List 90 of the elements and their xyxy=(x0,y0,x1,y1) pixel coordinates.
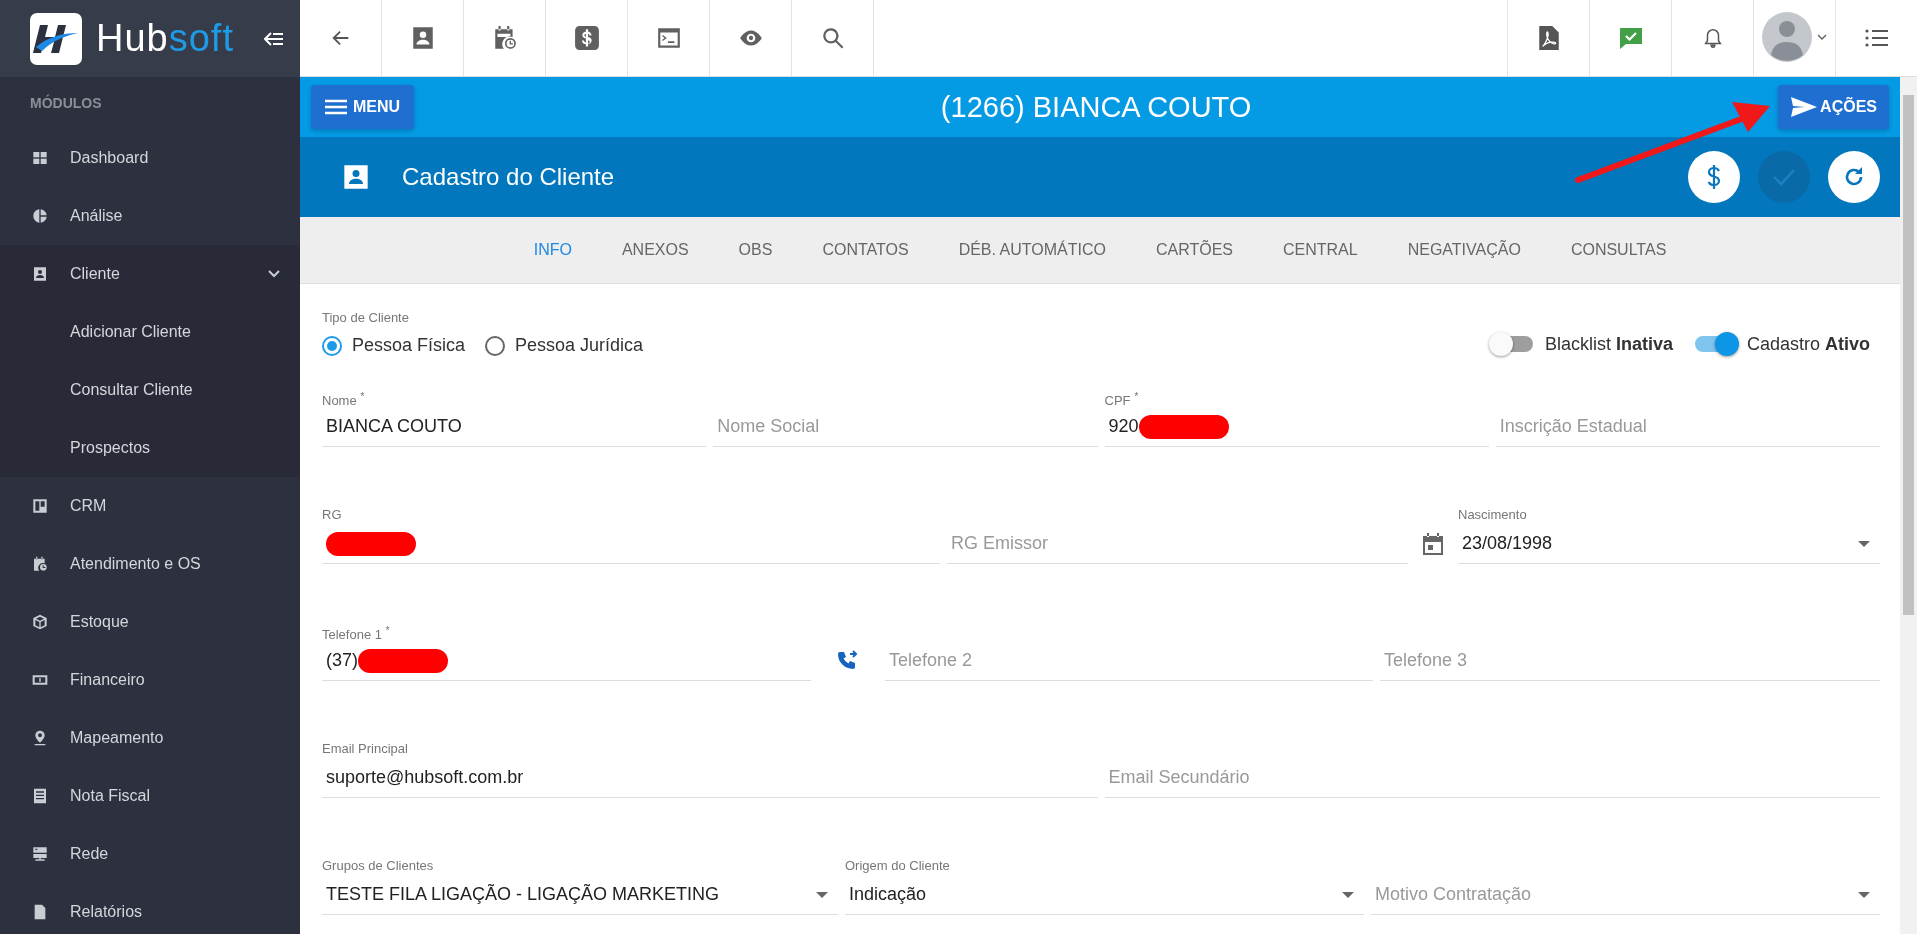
sidebar-item-label: Atendimento e OS xyxy=(70,555,201,573)
calendar-clock-icon xyxy=(32,556,48,572)
pie-chart-icon xyxy=(32,208,48,224)
refresh-button[interactable] xyxy=(1828,151,1880,203)
tab[interactable]: CARTÕES xyxy=(1130,217,1258,283)
contact-card-icon xyxy=(342,163,370,191)
sidebar-item[interactable]: Mapeamento xyxy=(0,709,300,767)
sidebar-item[interactable]: Rede xyxy=(0,825,300,883)
field-label: Tipo de Cliente xyxy=(322,310,410,327)
submenu-item[interactable]: Consultar Cliente xyxy=(0,361,300,419)
tab[interactable]: CONTATOS xyxy=(797,217,934,283)
logo-text: Hubsoft xyxy=(96,17,234,60)
dollar-button[interactable] xyxy=(1688,151,1740,203)
field-label: Telefone 1 $^{*}$ xyxy=(322,624,391,641)
sidebar-item[interactable]: Relatórios xyxy=(0,883,300,934)
toggle-label: Blacklist Inativa xyxy=(1544,333,1673,355)
grid-icon xyxy=(32,150,48,166)
sidebar-item[interactable]: Nota Fiscal xyxy=(0,767,300,825)
sidebar-item-label: Mapeamento xyxy=(70,729,164,747)
tab[interactable]: CENTRAL xyxy=(1258,217,1383,283)
input-field[interactable]: (37) xyxy=(322,641,811,681)
tab[interactable]: NEGATIVAÇÃO xyxy=(1382,217,1546,283)
input-field[interactable]: suporte@hubsoft.com.br xyxy=(322,758,1098,798)
tab[interactable]: DÉB. AUTOMÁTICO xyxy=(933,217,1131,283)
pdf-icon xyxy=(1537,25,1560,51)
banknote-icon xyxy=(32,672,48,688)
dropdown-caret-icon xyxy=(816,891,828,898)
board-icon xyxy=(32,498,48,514)
actions-button[interactable]: AÇÕES xyxy=(1778,85,1889,129)
logo-icon xyxy=(30,12,82,65)
menu-icon xyxy=(325,99,347,115)
send-icon xyxy=(1790,96,1819,118)
input-field[interactable]: 920 xyxy=(1104,407,1489,447)
list-icon xyxy=(1863,27,1890,49)
sidebar-item-label: Nota Fiscal xyxy=(70,787,151,805)
section-title: MÓDULOS xyxy=(29,93,103,113)
collapse-sidebar-icon[interactable] xyxy=(264,31,284,46)
field-label: Email Principal xyxy=(322,741,409,758)
cube-icon xyxy=(32,614,48,630)
sidebar-item[interactable]: CRM xyxy=(0,477,300,535)
sidebar-item-label: Relatórios xyxy=(70,903,143,921)
field-label: RG xyxy=(322,507,343,524)
field-label: Nome $^{*}$ xyxy=(322,390,366,407)
dropdown-caret-icon xyxy=(1342,891,1354,898)
select-field[interactable]: Indicação xyxy=(845,875,1364,915)
dropdown-caret-icon xyxy=(1858,540,1870,547)
field-label: Nascimento xyxy=(1458,507,1528,524)
tab[interactable]: ANEXOS xyxy=(596,217,714,283)
sidebar-item-label: Análise xyxy=(70,207,123,225)
receipt-icon xyxy=(32,788,48,804)
field-label: Origem do Cliente xyxy=(845,858,951,875)
sidebar-item-label: Dashboard xyxy=(70,149,149,167)
radio-label: Pessoa Jurídica xyxy=(515,335,644,356)
dropdown-caret-icon xyxy=(1858,891,1870,898)
toggle-label: Cadastro Ativo xyxy=(1746,333,1870,355)
sidebar-item[interactable]: Análise xyxy=(0,187,300,245)
server-icon xyxy=(32,846,48,862)
map-pin-icon xyxy=(32,730,48,746)
radio-button[interactable] xyxy=(485,335,506,356)
section-title: Cadastro do Cliente xyxy=(402,163,615,191)
client-title: (1266) BIANCA COUTO xyxy=(939,90,1253,124)
input-field[interactable]: BIANCA COUTO xyxy=(322,407,707,447)
sidebar-item-label: Cliente xyxy=(70,265,120,283)
select-field[interactable]: TESTE FILA LIGAÇÃO - LIGAÇÃO MARKETING xyxy=(322,875,838,915)
sidebar-item[interactable]: Atendimento e OS xyxy=(0,535,300,593)
field-label: Grupos de Clientes xyxy=(322,858,435,875)
contact-card-icon xyxy=(32,266,48,282)
sidebar-item-label: Financeiro xyxy=(70,671,145,689)
sidebar-item-label: Rede xyxy=(70,845,109,863)
field-label: CPF $^{*}$ xyxy=(1104,390,1140,407)
sidebar-item[interactable]: Financeiro xyxy=(0,651,300,709)
dollar-icon xyxy=(573,25,600,51)
submenu-item[interactable]: Adicionar Cliente xyxy=(0,303,300,361)
radio-label: Pessoa Física xyxy=(352,335,466,356)
check-icon xyxy=(1772,167,1796,187)
menu-button[interactable]: MENU xyxy=(311,85,415,129)
terminal-icon xyxy=(655,25,682,51)
tab[interactable]: OBS xyxy=(713,217,798,283)
document-icon xyxy=(32,904,48,920)
submenu-item[interactable]: Prospectos xyxy=(0,419,300,477)
sidebar-item[interactable]: Estoque xyxy=(0,593,300,651)
sidebar-item-label: Estoque xyxy=(70,613,129,631)
date-field[interactable]: 23/08/1998 xyxy=(1458,524,1880,564)
radio-button[interactable] xyxy=(322,335,342,356)
chat-check-icon xyxy=(1617,26,1644,50)
tab[interactable]: CONSULTAS xyxy=(1545,217,1692,283)
scrollbar[interactable] xyxy=(1900,77,1917,934)
sidebar-item[interactable]: Dashboard xyxy=(0,129,300,187)
calendar-icon[interactable] xyxy=(1422,532,1444,556)
sidebar-item-label: CRM xyxy=(70,497,107,515)
